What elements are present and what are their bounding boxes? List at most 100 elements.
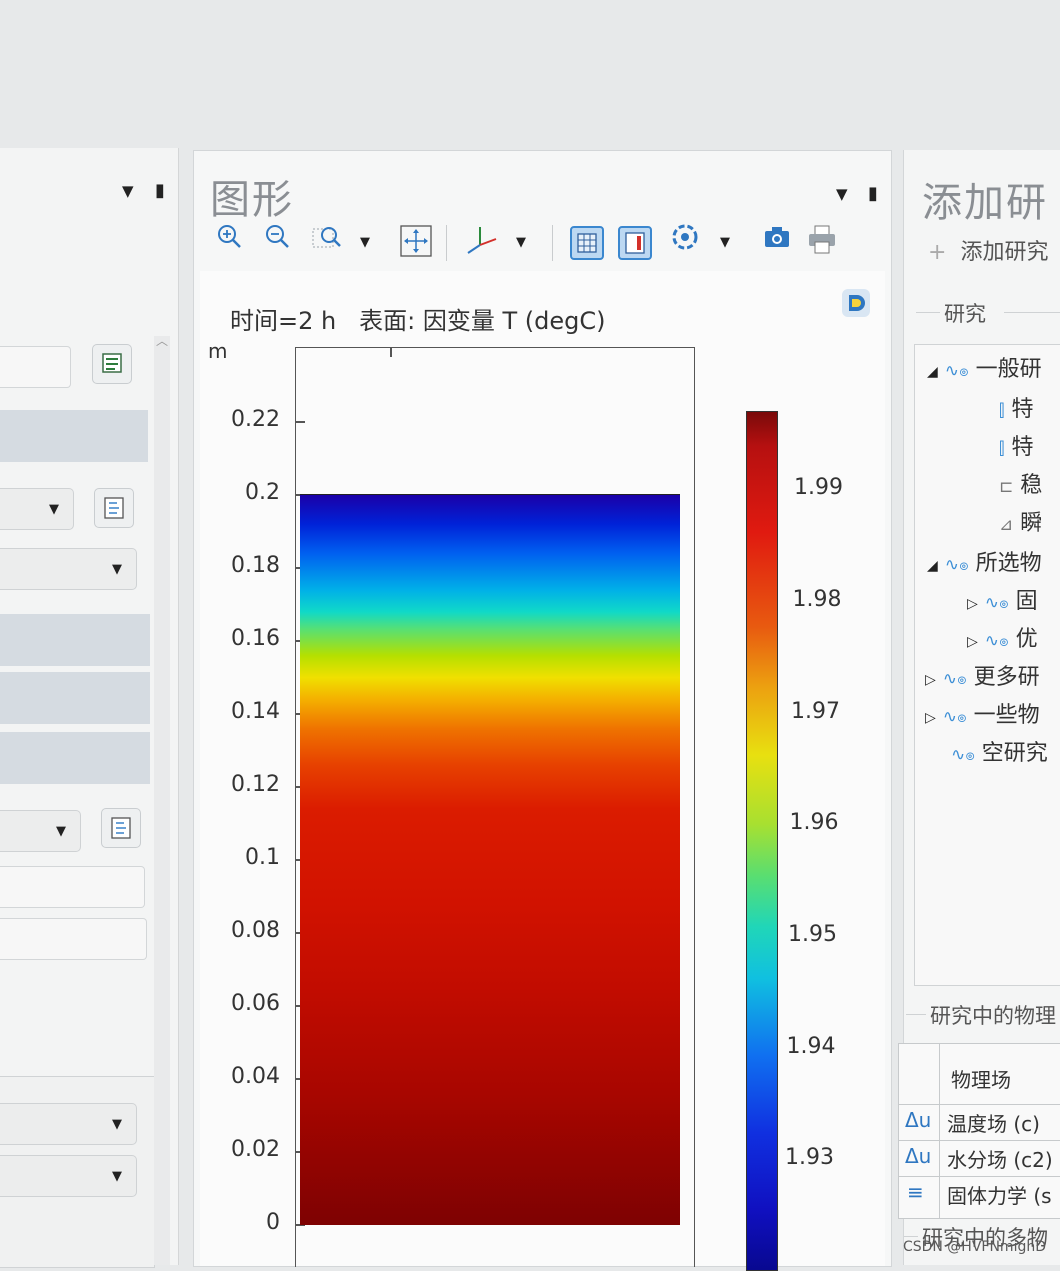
camera-icon[interactable] bbox=[762, 223, 792, 251]
list-button-1[interactable] bbox=[92, 344, 132, 384]
chevron-down-icon: ▼ bbox=[49, 502, 59, 517]
plot-canvas[interactable]: 时间=2 h 表面: 因变量 T (degC) m 0 0.02 0.04 0.06 0… bbox=[200, 271, 885, 1271]
tree-item-more[interactable]: ▷ ∿ၜ 更多研 bbox=[925, 659, 1040, 693]
dropdown-4[interactable]: ▼ bbox=[0, 1103, 137, 1145]
chevron-down-icon: ▼ bbox=[112, 562, 122, 577]
tree-item-selected[interactable]: ◢ ∿ၜ 所选物 bbox=[927, 545, 1042, 579]
text-field-3[interactable] bbox=[0, 918, 147, 960]
text-field-2[interactable] bbox=[0, 866, 145, 908]
expand-icon[interactable]: ◢ bbox=[927, 558, 938, 574]
collapse-icon[interactable]: ▷ bbox=[925, 672, 936, 688]
graphics-toolbar: ▼ ▼ ▼ bbox=[194, 151, 891, 271]
physics-label: 温度场 (c) bbox=[947, 1112, 1040, 1136]
y-tick bbox=[295, 421, 305, 423]
axis-icon[interactable] bbox=[462, 223, 500, 257]
zoom-out-icon[interactable] bbox=[264, 223, 290, 251]
add-study-panel: 添加研 + 添加研究 研究 ◢ ∿ၜ 一般研 ⫿ 特 ⫿ 特 ⊏ 稳 ⊿ 瞬 ◢… bbox=[898, 150, 1060, 1265]
tree-item-optimization[interactable]: ▷ ∿ၜ 优 bbox=[967, 621, 1038, 655]
physics-section-title: 研究中的物理 bbox=[930, 1004, 1056, 1028]
zoom-in-icon[interactable] bbox=[216, 223, 242, 251]
panel-menu-icon[interactable]: ▼ bbox=[122, 182, 134, 200]
colorbar-tick-label: 1.96 bbox=[789, 810, 839, 836]
text-field-1[interactable] bbox=[0, 346, 71, 388]
study-icon: ∿ၜ bbox=[951, 745, 975, 765]
tree-item-empty[interactable]: ∿ၜ 空研究 bbox=[951, 735, 1048, 769]
tree-label: 特 bbox=[1011, 397, 1034, 422]
temperature-surface[interactable] bbox=[300, 494, 680, 1225]
study-icon: ∿ၜ bbox=[942, 669, 967, 689]
scroll-up-icon[interactable]: ︿ bbox=[156, 332, 168, 349]
tree-item-solid[interactable]: ▷ ∿ၜ 固 bbox=[967, 583, 1038, 617]
zoom-extents-icon[interactable] bbox=[398, 223, 434, 259]
graphics-panel: 图形 ▼ ▮ ▼ ▼ ▼ 时间=2 h 表面: 因变量 T (degC) m 0… bbox=[193, 150, 892, 1271]
physics-table: 物理场 Δu 温度场 (c) Δu 水分场 (c2) ≡ 固体力学 (s bbox=[898, 1043, 1060, 1219]
zoom-box-icon[interactable] bbox=[311, 223, 343, 253]
y-tick-label: 0.06 bbox=[231, 991, 280, 1016]
dropdown-1[interactable]: ▼ bbox=[0, 488, 74, 530]
scene-light-icon[interactable] bbox=[671, 223, 701, 253]
panel-title: 添加研 bbox=[922, 180, 1048, 226]
tree-item-general[interactable]: ◢ ∿ၜ 一般研 bbox=[927, 351, 1042, 385]
colorbar-axis: 1.99 1.98 1.97 1.96 1.95 1.94 1.93 bbox=[780, 271, 880, 1266]
collapse-icon[interactable]: ▷ bbox=[967, 596, 978, 612]
import-button-1[interactable] bbox=[94, 488, 134, 528]
tree-label: 所选物 bbox=[975, 551, 1042, 576]
section-band-3 bbox=[0, 672, 150, 724]
tree-label: 优 bbox=[1015, 627, 1038, 652]
y-tick-label: 0 bbox=[266, 1210, 280, 1235]
study-icon: ∿ၜ bbox=[984, 593, 1009, 613]
expand-icon[interactable]: ◢ bbox=[927, 364, 938, 380]
stationary-icon: ⊏ bbox=[999, 477, 1014, 497]
tree-label: 稳 bbox=[1020, 473, 1043, 498]
dropdown-3[interactable]: ▼ bbox=[0, 810, 81, 852]
add-study-button[interactable]: + 添加研究 bbox=[928, 234, 1048, 266]
y-tick-label: 0.14 bbox=[231, 699, 280, 724]
table-row[interactable]: Δu 水分场 (c2) bbox=[899, 1140, 1060, 1175]
collapse-icon[interactable]: ▷ bbox=[925, 710, 936, 726]
chevron-down-icon[interactable]: ▼ bbox=[720, 235, 730, 250]
legend-toggle-button[interactable] bbox=[618, 226, 652, 260]
tree-label: 特 bbox=[1011, 435, 1034, 460]
chevron-down-icon[interactable]: ▼ bbox=[360, 235, 370, 250]
colorbar-tick-label: 1.93 bbox=[785, 1145, 834, 1171]
pin-icon[interactable]: ▮ bbox=[155, 180, 165, 201]
list-icon bbox=[102, 353, 122, 373]
study-icon: ∿ၜ bbox=[944, 555, 969, 575]
tree-item-some[interactable]: ▷ ∿ၜ 一些物 bbox=[925, 697, 1040, 731]
tree-item-transient[interactable]: ⊿ 瞬 bbox=[999, 505, 1042, 537]
table-row[interactable]: Δu 温度场 (c) bbox=[899, 1104, 1060, 1139]
table-row[interactable]: ≡ 固体力学 (s bbox=[899, 1176, 1060, 1211]
print-icon[interactable] bbox=[806, 223, 838, 257]
physics-label: 固体力学 (s bbox=[947, 1184, 1052, 1208]
chevron-down-icon: ▼ bbox=[112, 1117, 122, 1132]
chevron-down-icon[interactable]: ▼ bbox=[516, 235, 526, 250]
toolbar-separator bbox=[446, 225, 447, 261]
import-button-2[interactable] bbox=[101, 808, 141, 848]
study-section-title: 研究 bbox=[944, 302, 986, 326]
collapse-icon[interactable]: ▷ bbox=[967, 634, 978, 650]
tree-item-eigen-2[interactable]: ⫿ 特 bbox=[999, 429, 1033, 461]
pde-icon: Δu bbox=[905, 1108, 932, 1132]
y-tick-label: 0.12 bbox=[231, 772, 280, 797]
colorbar-tick-label: 1.94 bbox=[786, 1033, 836, 1059]
colorbar bbox=[746, 411, 778, 1271]
study-tree: ◢ ∿ၜ 一般研 ⫿ 特 ⫿ 特 ⊏ 稳 ⊿ 瞬 ◢ ∿ၜ 所选物 ▷ ∿ၜ 固… bbox=[914, 344, 1060, 986]
top-tick bbox=[390, 347, 392, 357]
scrollbar[interactable]: ︿ bbox=[154, 334, 170, 1265]
study-icon: ∿ၜ bbox=[944, 361, 969, 381]
y-tick-label: 0.04 bbox=[231, 1064, 280, 1089]
legend-icon bbox=[625, 232, 645, 254]
toolbar-separator bbox=[552, 225, 553, 261]
grid-toggle-button[interactable] bbox=[570, 226, 604, 260]
study-icon: ∿ၜ bbox=[984, 631, 1009, 651]
dropdown-5[interactable]: ▼ bbox=[0, 1155, 137, 1197]
tree-label: 一般研 bbox=[975, 357, 1042, 382]
divider bbox=[906, 1014, 926, 1015]
physics-label: 水分场 (c2) bbox=[947, 1148, 1053, 1172]
dropdown-2[interactable]: ▼ bbox=[0, 548, 137, 590]
transient-icon: ⊿ bbox=[999, 515, 1014, 535]
y-tick-label: 0.08 bbox=[231, 918, 280, 943]
tree-item-eigen[interactable]: ⫿ 特 bbox=[999, 391, 1033, 423]
tree-label: 空研究 bbox=[981, 741, 1048, 766]
tree-item-stationary[interactable]: ⊏ 稳 bbox=[999, 467, 1042, 499]
